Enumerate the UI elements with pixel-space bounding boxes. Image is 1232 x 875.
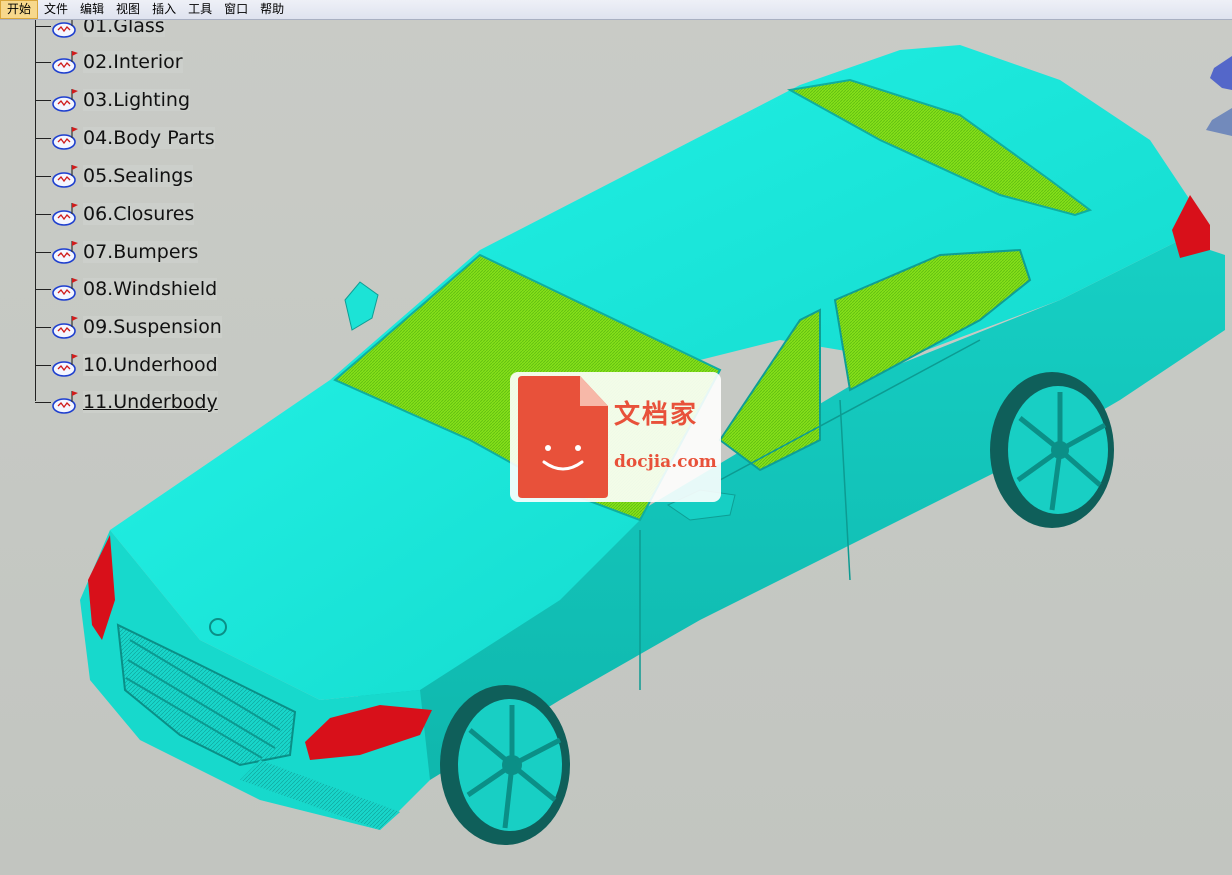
part-node-icon[interactable] bbox=[51, 389, 81, 415]
car-wheel-front bbox=[440, 685, 570, 845]
tree-branch-line bbox=[35, 401, 51, 403]
tree-node-label: 02.Interior bbox=[83, 51, 183, 73]
tree-node[interactable]: 11.Underbody bbox=[35, 389, 218, 415]
menu-start[interactable]: 开始 bbox=[0, 0, 39, 19]
menu-window[interactable]: 窗口 bbox=[218, 0, 254, 19]
tree-node-label: 09.Suspension bbox=[83, 316, 222, 338]
menu-edit[interactable]: 编辑 bbox=[74, 0, 110, 19]
tree-branch-line bbox=[35, 61, 51, 63]
part-node-icon[interactable] bbox=[51, 239, 81, 265]
part-node-icon[interactable] bbox=[51, 201, 81, 227]
tree-node[interactable]: 10.Underhood bbox=[35, 352, 218, 378]
tree-branch-line bbox=[35, 288, 51, 290]
tree-branch-line bbox=[35, 137, 51, 139]
tree-node[interactable]: 06.Closures bbox=[35, 201, 195, 227]
menu-bar: 开始 文件 编辑 视图 插入 工具 窗口 帮助 bbox=[0, 0, 1232, 20]
tree-node-label: 11.Underbody bbox=[83, 391, 218, 413]
car-wheel-rear bbox=[990, 372, 1114, 528]
tree-node[interactable]: 09.Suspension bbox=[35, 314, 222, 340]
part-node-icon[interactable] bbox=[51, 314, 81, 340]
menu-file[interactable]: 文件 bbox=[38, 0, 74, 19]
tree-branch-line bbox=[35, 99, 51, 101]
tree-branch-line bbox=[35, 364, 51, 366]
watermark-logo: 文档家 docjia.com bbox=[510, 372, 721, 502]
compass-widget[interactable] bbox=[1200, 48, 1232, 140]
part-node-icon[interactable] bbox=[51, 125, 81, 151]
document-smiley-icon bbox=[518, 376, 608, 498]
part-node-icon[interactable] bbox=[51, 276, 81, 302]
tree-node-label: 06.Closures bbox=[83, 203, 195, 225]
part-node-icon[interactable] bbox=[51, 352, 81, 378]
tree-branch-line bbox=[35, 213, 51, 215]
tree-node-label: 08.Windshield bbox=[83, 278, 218, 300]
menu-help[interactable]: 帮助 bbox=[254, 0, 290, 19]
tree-branch-line bbox=[35, 175, 51, 177]
tree-node-label: 03.Lighting bbox=[83, 89, 191, 111]
tree-node[interactable]: 05.Sealings bbox=[35, 163, 194, 189]
specification-tree: 01.Glass 02.Interior 03.Lighting 04.Body Pa… bbox=[0, 15, 260, 419]
tree-node[interactable]: 07.Bumpers bbox=[35, 239, 199, 265]
tree-node[interactable]: 03.Lighting bbox=[35, 87, 191, 113]
tree-node[interactable]: 04.Body Parts bbox=[35, 125, 215, 151]
tree-node-label: 07.Bumpers bbox=[83, 241, 199, 263]
menu-insert[interactable]: 插入 bbox=[146, 0, 182, 19]
part-node-icon[interactable] bbox=[51, 163, 81, 189]
menu-tools[interactable]: 工具 bbox=[182, 0, 218, 19]
tree-node[interactable]: 02.Interior bbox=[35, 49, 183, 75]
tree-node[interactable]: 08.Windshield bbox=[35, 276, 218, 302]
car-mirror bbox=[344, 281, 379, 331]
tree-node-label: 05.Sealings bbox=[83, 165, 194, 187]
tree-node-label: 04.Body Parts bbox=[83, 127, 215, 149]
part-node-icon[interactable] bbox=[51, 49, 81, 75]
watermark-url: docjia.com bbox=[614, 452, 717, 472]
tree-node-label: 10.Underhood bbox=[83, 354, 218, 376]
tree-branch-line bbox=[35, 326, 51, 328]
tree-branch-line bbox=[35, 25, 51, 27]
tree-branch-line bbox=[35, 251, 51, 253]
part-node-icon[interactable] bbox=[51, 87, 81, 113]
menu-view[interactable]: 视图 bbox=[110, 0, 146, 19]
watermark-title: 文档家 bbox=[614, 400, 699, 430]
